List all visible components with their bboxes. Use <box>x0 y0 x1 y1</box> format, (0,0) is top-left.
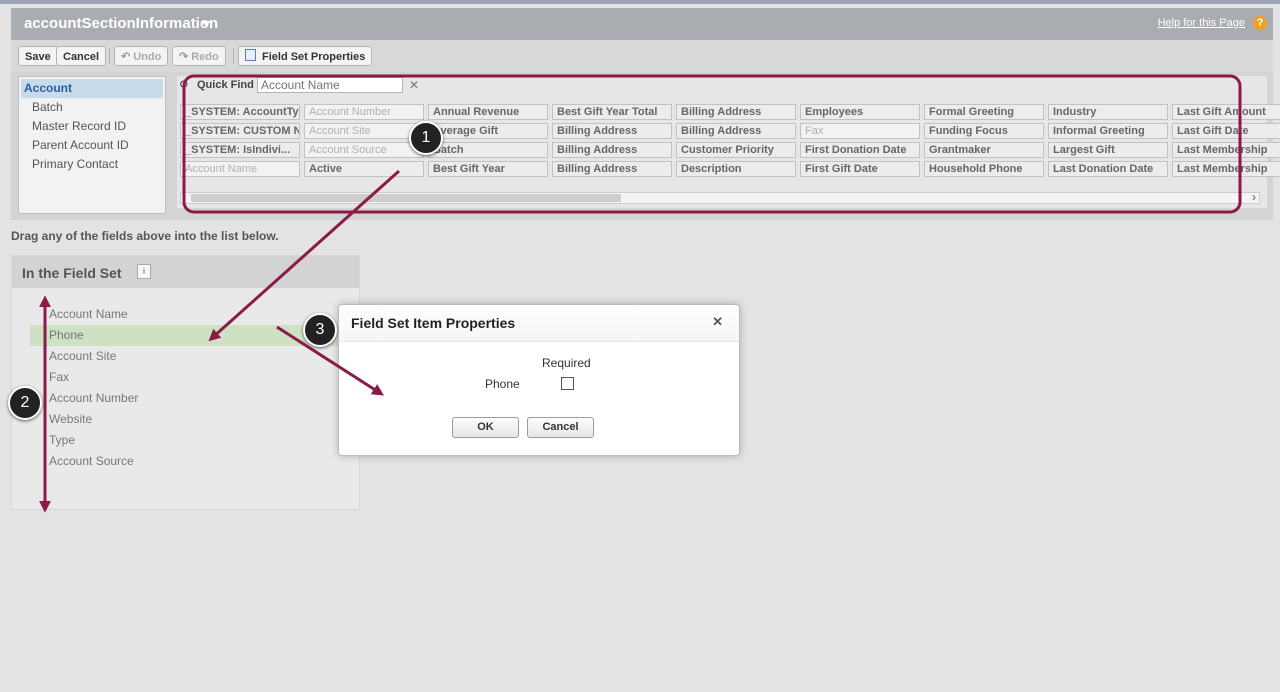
undo-icon: ↶ <box>121 51 131 63</box>
field-set-item[interactable]: Type <box>30 430 340 451</box>
field-set-panel: In the Field Set i Account Name Phone Acco… <box>11 255 360 510</box>
field-set-item[interactable]: Fax <box>30 367 340 388</box>
object-list: Account Batch Master Record ID Parent Ac… <box>18 76 166 214</box>
field-chip[interactable]: Last Membership <box>1172 142 1280 158</box>
field-chip[interactable]: Last Donation Date <box>1048 161 1168 177</box>
search-icon: ⚲ <box>179 78 189 93</box>
field-chip[interactable]: First Gift Date <box>800 161 920 177</box>
redo-label: Redo <box>191 51 219 63</box>
field-set-properties-label: Field Set Properties <box>262 51 366 63</box>
field-chip[interactable]: Billing Address <box>552 161 672 177</box>
field-chip[interactable]: First Donation Date <box>800 142 920 158</box>
required-column-header: Required <box>542 356 591 370</box>
field-set-title: In the Field Set <box>22 265 122 281</box>
field-chip[interactable]: Best Gift Year Total <box>552 104 672 120</box>
field-label: Phone <box>485 377 520 391</box>
field-chip[interactable]: Last Membership <box>1172 161 1280 177</box>
object-item-batch[interactable]: Batch <box>19 98 165 117</box>
close-icon[interactable]: ✕ <box>409 78 419 92</box>
field-chip[interactable]: Funding Focus <box>924 123 1044 139</box>
step-badge-3: 3 <box>303 313 337 347</box>
undo-label: Undo <box>133 51 162 63</box>
field-chip[interactable]: Billing Address <box>676 104 796 120</box>
field-chip[interactable]: Best Gift Year <box>428 161 548 177</box>
field-set-item-properties-dialog: Field Set Item Properties ✕ Required Pho… <box>338 304 740 456</box>
toolbar-divider <box>233 48 234 64</box>
close-icon[interactable]: ✕ <box>712 314 723 330</box>
field-area: ⚲ Quick Find ✕ _SYSTEM: AccountTypeAccou… <box>177 76 1280 208</box>
field-set-item[interactable]: Account Number <box>30 388 340 409</box>
field-chip[interactable]: Billing Address <box>552 142 672 158</box>
field-set-item[interactable]: Account Site <box>30 346 340 367</box>
instructions-text: Drag any of the fields above into the li… <box>11 229 279 243</box>
field-chip[interactable]: Account Source <box>304 142 424 158</box>
cancel-button[interactable]: Cancel <box>56 46 107 66</box>
field-chip[interactable]: Description <box>676 161 796 177</box>
help-link[interactable]: Help for this Page <box>1158 17 1245 29</box>
toolbar-divider <box>109 48 110 64</box>
field-chip[interactable]: Fax <box>800 123 920 139</box>
quick-find-label: Quick Find <box>197 79 254 91</box>
field-chip[interactable]: Account Number <box>304 104 424 120</box>
required-checkbox[interactable] <box>561 377 574 390</box>
undo-button[interactable]: ↶ Undo <box>114 46 169 66</box>
horizontal-scrollbar[interactable]: › <box>180 190 1260 204</box>
object-item-account[interactable]: Account <box>21 79 163 98</box>
top-accent-line <box>0 0 1280 4</box>
field-chip[interactable]: Billing Address <box>676 123 796 139</box>
cancel-button[interactable]: Cancel <box>527 417 594 438</box>
field-chip[interactable]: Largest Gift <box>1048 142 1168 158</box>
field-chip[interactable]: Active <box>304 161 424 177</box>
field-set-list: Account Name Phone Account Site Fax Account … <box>30 304 340 472</box>
field-set-item[interactable]: Website <box>30 409 340 430</box>
field-chip[interactable]: Batch <box>428 142 548 158</box>
field-chip[interactable]: Employees <box>800 104 920 120</box>
field-chip[interactable]: Account Name <box>180 161 300 177</box>
field-chip[interactable]: Average Gift <box>428 123 548 139</box>
field-chip[interactable]: Household Phone <box>924 161 1044 177</box>
chevron-right-icon[interactable]: › <box>1252 190 1256 204</box>
redo-button[interactable]: ↷ Redo <box>172 46 226 66</box>
ok-button[interactable]: OK <box>452 417 519 438</box>
redo-icon: ↷ <box>179 51 189 63</box>
field-chip[interactable]: Last Gift Amount <box>1172 104 1280 120</box>
save-button[interactable]: Save <box>18 46 58 66</box>
field-set-item[interactable]: Phone <box>30 325 340 346</box>
quick-find-input[interactable] <box>257 77 403 93</box>
field-chip[interactable]: Annual Revenue <box>428 104 548 120</box>
chevron-down-icon[interactable] <box>201 21 211 26</box>
field-chip[interactable]: Grantmaker <box>924 142 1044 158</box>
page-header: accountSectionInformation Help for this … <box>11 8 1273 40</box>
field-grid: _SYSTEM: AccountType Account Number Annual… <box>180 104 1280 177</box>
field-set-name[interactable]: accountSectionInformation <box>24 15 218 32</box>
field-palette: Account Batch Master Record ID Parent Ac… <box>11 72 1280 220</box>
properties-icon <box>245 49 256 61</box>
field-chip[interactable]: Informal Greeting <box>1048 123 1168 139</box>
help-icon[interactable]: ? <box>1253 16 1267 30</box>
info-icon[interactable]: i <box>137 264 151 279</box>
field-chip[interactable]: _SYSTEM: CUSTOM N... <box>180 123 300 139</box>
step-badge-2: 2 <box>8 386 42 420</box>
field-set-header: In the Field Set i <box>12 256 359 288</box>
object-item-master-record-id[interactable]: Master Record ID <box>19 117 165 136</box>
step-badge-1: 1 <box>409 121 443 155</box>
field-set-properties-button[interactable]: Field Set Properties <box>238 46 373 66</box>
object-item-parent-account-id[interactable]: Parent Account ID <box>19 136 165 155</box>
field-chip[interactable]: Industry <box>1048 104 1168 120</box>
field-set-item[interactable]: Account Source <box>30 451 340 472</box>
field-chip[interactable]: Formal Greeting <box>924 104 1044 120</box>
toolbar: Save Cancel ↶ Undo ↷ Redo Field Set Proper… <box>11 40 1273 73</box>
field-chip[interactable]: _SYSTEM: AccountType <box>180 104 300 120</box>
field-chip[interactable]: Last Gift Date <box>1172 123 1280 139</box>
field-set-item[interactable]: Account Name <box>30 304 340 325</box>
field-chip[interactable]: Customer Priority <box>676 142 796 158</box>
dialog-title: Field Set Item Properties <box>351 315 516 331</box>
field-chip[interactable]: Account Site <box>304 123 424 139</box>
object-item-primary-contact[interactable]: Primary Contact <box>19 155 165 174</box>
dialog-header: Field Set Item Properties ✕ <box>339 305 739 342</box>
field-chip[interactable]: Billing Address <box>552 123 672 139</box>
scrollbar-thumb[interactable] <box>191 194 621 202</box>
field-chip[interactable]: _SYSTEM: IsIndivi... <box>180 142 300 158</box>
